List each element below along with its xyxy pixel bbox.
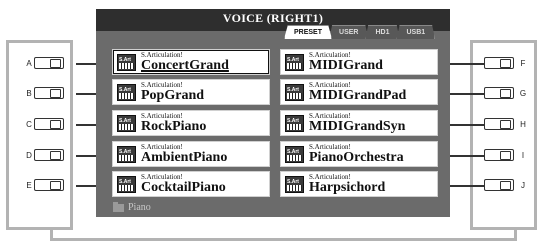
harpsichord-voice-icon: S.Art: [285, 176, 304, 193]
voice-name: MIDIGrandSyn: [309, 119, 406, 134]
piano-voice-icon: S.Art: [285, 54, 304, 71]
piano-voice-icon: S.Art: [285, 146, 304, 163]
button-e[interactable]: E: [24, 179, 64, 191]
button-key[interactable]: [484, 87, 514, 99]
memory-tabs: PRESET USER HD1 USB1: [284, 25, 436, 39]
voice-name: ConcertGrand: [141, 58, 229, 73]
voice-item[interactable]: S.Art S.Articulation! PianoOrchestra: [280, 141, 438, 167]
button-b[interactable]: B: [24, 87, 64, 99]
folder-icon: [113, 201, 124, 212]
button-key[interactable]: [484, 149, 514, 161]
button-i[interactable]: I: [484, 149, 528, 161]
voice-name: AmbientPiano: [141, 150, 228, 165]
connector-line-h: [450, 124, 484, 126]
voice-item[interactable]: S.Art S.Articulation! AmbientPiano: [112, 141, 270, 167]
voice-name: PianoOrchestra: [309, 150, 404, 165]
button-key[interactable]: [34, 179, 64, 191]
button-d[interactable]: D: [24, 149, 64, 161]
voice-name: PopGrand: [141, 88, 205, 103]
button-label: A: [26, 58, 32, 68]
button-label: H: [520, 119, 526, 129]
tab-hd1[interactable]: HD1: [365, 25, 400, 39]
piano-voice-icon: S.Art: [117, 176, 136, 193]
button-label: E: [26, 180, 32, 190]
tab-preset[interactable]: PRESET: [284, 25, 333, 39]
button-g[interactable]: G: [484, 87, 528, 99]
button-key[interactable]: [34, 57, 64, 69]
piano-voice-icon: S.Art: [117, 54, 136, 71]
piano-voice-icon: S.Art: [117, 84, 136, 101]
button-key[interactable]: [484, 57, 514, 69]
button-label: D: [26, 150, 32, 160]
connector-line-g: [450, 93, 484, 95]
voice-item[interactable]: S.Art S.Articulation! PopGrand: [112, 79, 270, 105]
button-a[interactable]: A: [24, 57, 64, 69]
button-j[interactable]: J: [484, 179, 528, 191]
voice-item[interactable]: S.Art S.Articulation! MIDIGrand: [280, 49, 438, 75]
voice-name: RockPiano: [141, 119, 207, 134]
button-label: J: [521, 180, 525, 190]
connector-line-f: [450, 63, 484, 65]
folder-label: Piano: [128, 202, 151, 213]
piano-voice-icon: S.Art: [117, 146, 136, 163]
voice-item[interactable]: S.Art S.Articulation! RockPiano: [112, 110, 270, 136]
button-label: C: [26, 119, 32, 129]
voice-item[interactable]: S.Art S.Articulation! ConcertGrand: [112, 49, 270, 75]
connector-line-e: [76, 185, 96, 187]
voice-item[interactable]: S.Art S.Articulation! MIDIGrandPad: [280, 79, 438, 105]
button-c[interactable]: C: [24, 118, 64, 130]
button-key[interactable]: [34, 118, 64, 130]
button-key[interactable]: [34, 149, 64, 161]
tab-usb1[interactable]: USB1: [396, 25, 436, 39]
connector-line-a: [76, 63, 96, 65]
piano-voice-icon: S.Art: [285, 84, 304, 101]
voice-item[interactable]: S.Art S.Articulation! MIDIGrandSyn: [280, 110, 438, 136]
voice-name: Harpsichord: [309, 180, 386, 195]
voice-name: MIDIGrandPad: [309, 88, 407, 103]
voice-item[interactable]: S.Art S.Articulation! CocktailPiano: [112, 171, 270, 197]
button-key[interactable]: [484, 179, 514, 191]
connector-line-j: [450, 185, 484, 187]
connector-line-b: [76, 93, 96, 95]
piano-voice-icon: S.Art: [117, 115, 136, 132]
button-label: G: [519, 88, 527, 98]
voice-item[interactable]: S.Art S.Articulation! Harpsichord: [280, 171, 438, 197]
button-key[interactable]: [484, 118, 514, 130]
voice-name: CocktailPiano: [141, 180, 226, 195]
piano-voice-icon: S.Art: [285, 115, 304, 132]
button-key[interactable]: [34, 87, 64, 99]
voice-selection-screen: VOICE (RIGHT1) PRESET USER HD1 USB1 S.Ar…: [96, 9, 450, 217]
connector-line-d: [76, 155, 96, 157]
voice-name: MIDIGrand: [309, 58, 383, 73]
button-label: F: [520, 58, 526, 68]
button-label: I: [521, 150, 525, 160]
button-label: B: [26, 88, 32, 98]
bracket-connector-bottom: [50, 238, 517, 241]
button-f[interactable]: F: [484, 57, 528, 69]
button-h[interactable]: H: [484, 118, 528, 130]
current-folder: Piano: [113, 201, 151, 213]
connector-line-c: [76, 124, 96, 126]
tab-user[interactable]: USER: [329, 25, 369, 39]
connector-line-i: [450, 155, 484, 157]
